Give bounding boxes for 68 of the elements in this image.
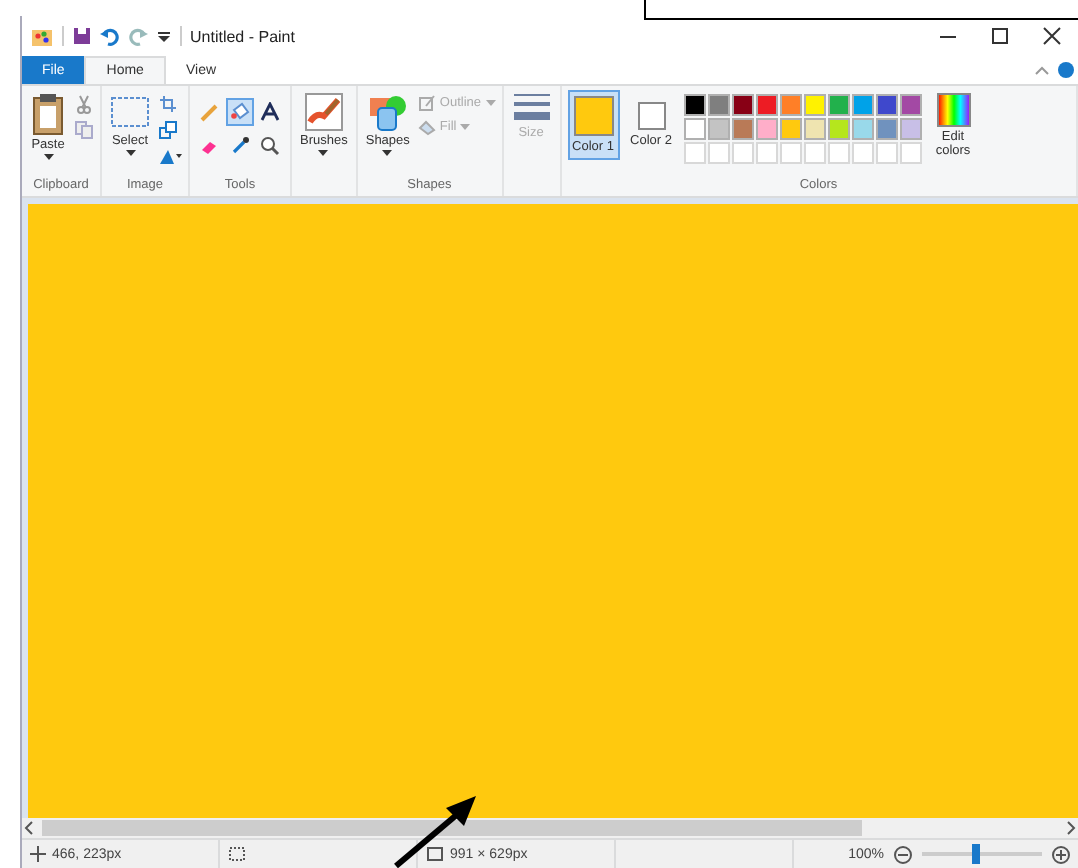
magnifier-icon [260, 136, 280, 156]
color-swatch[interactable] [731, 94, 754, 116]
close-icon [1042, 26, 1062, 46]
pencil-icon [200, 102, 220, 122]
selection-icon [110, 92, 150, 132]
color-swatch[interactable] [707, 118, 730, 140]
help-icon[interactable] [1058, 62, 1074, 78]
zoom-out-icon[interactable] [894, 845, 912, 863]
scroll-left-icon[interactable] [22, 820, 38, 836]
color-swatch[interactable] [827, 118, 850, 140]
resize-icon[interactable] [158, 120, 178, 140]
color-swatch[interactable] [755, 118, 778, 140]
color-swatch[interactable] [827, 94, 850, 116]
color-swatch[interactable] [731, 118, 754, 140]
color-swatch[interactable] [851, 118, 874, 140]
cut-icon[interactable] [74, 94, 94, 114]
fill-icon [417, 118, 436, 136]
caret-icon [460, 123, 471, 131]
selection-size-icon [228, 846, 246, 862]
caret-icon [382, 150, 393, 158]
color-swatch[interactable] [875, 118, 898, 140]
crop-icon[interactable] [158, 94, 178, 114]
scrollbar-thumb[interactable] [42, 820, 862, 836]
caret-icon [485, 99, 496, 107]
shapes-icon [367, 92, 408, 132]
spectrum-icon [935, 92, 972, 128]
color-swatch[interactable] [779, 94, 802, 116]
clipboard-icon [30, 92, 66, 136]
letter-icon [260, 102, 280, 122]
caret-icon [125, 150, 135, 158]
outline-icon [417, 94, 436, 112]
brush-icon [303, 92, 344, 132]
redo-icon[interactable] [128, 26, 148, 46]
scroll-right-icon[interactable] [1062, 820, 1078, 836]
bucket-icon [230, 102, 250, 122]
color-swatch[interactable] [875, 94, 898, 116]
paint-icon [30, 24, 54, 48]
color-swatch[interactable] [899, 94, 922, 116]
copy-icon[interactable] [74, 120, 94, 140]
color-swatch[interactable] [803, 118, 826, 140]
arrow-drawing [392, 792, 480, 868]
rotate-icon[interactable] [158, 146, 182, 166]
text-tool[interactable] [256, 98, 284, 126]
collapse-icon[interactable] [1034, 62, 1050, 78]
color-swatch[interactable] [683, 94, 706, 116]
eraser-icon [200, 136, 220, 156]
image-size-icon [426, 846, 444, 862]
caret-icon [318, 150, 329, 158]
window-title: Untitled - Paint [190, 27, 295, 45]
color-swatch[interactable] [803, 94, 826, 116]
crosshair-icon [30, 846, 46, 862]
fill-tool[interactable] [226, 98, 254, 126]
color-swatch[interactable] [755, 94, 778, 116]
magnifier-tool[interactable] [256, 132, 284, 160]
color-swatch[interactable] [851, 94, 874, 116]
undo-icon[interactable] [100, 26, 120, 46]
color-swatch[interactable] [899, 118, 922, 140]
save-icon[interactable] [72, 26, 92, 46]
dropdown-icon[interactable] [156, 26, 172, 46]
color-swatch[interactable] [683, 118, 706, 140]
slider-thumb[interactable] [972, 844, 980, 864]
zoom-in-icon[interactable] [1052, 845, 1070, 863]
maximize-icon [990, 26, 1010, 46]
caret-icon [43, 154, 53, 162]
dropper-icon [230, 136, 250, 156]
color-swatch[interactable] [779, 118, 802, 140]
color-swatch[interactable] [707, 94, 730, 116]
line-width-icon [511, 92, 552, 124]
